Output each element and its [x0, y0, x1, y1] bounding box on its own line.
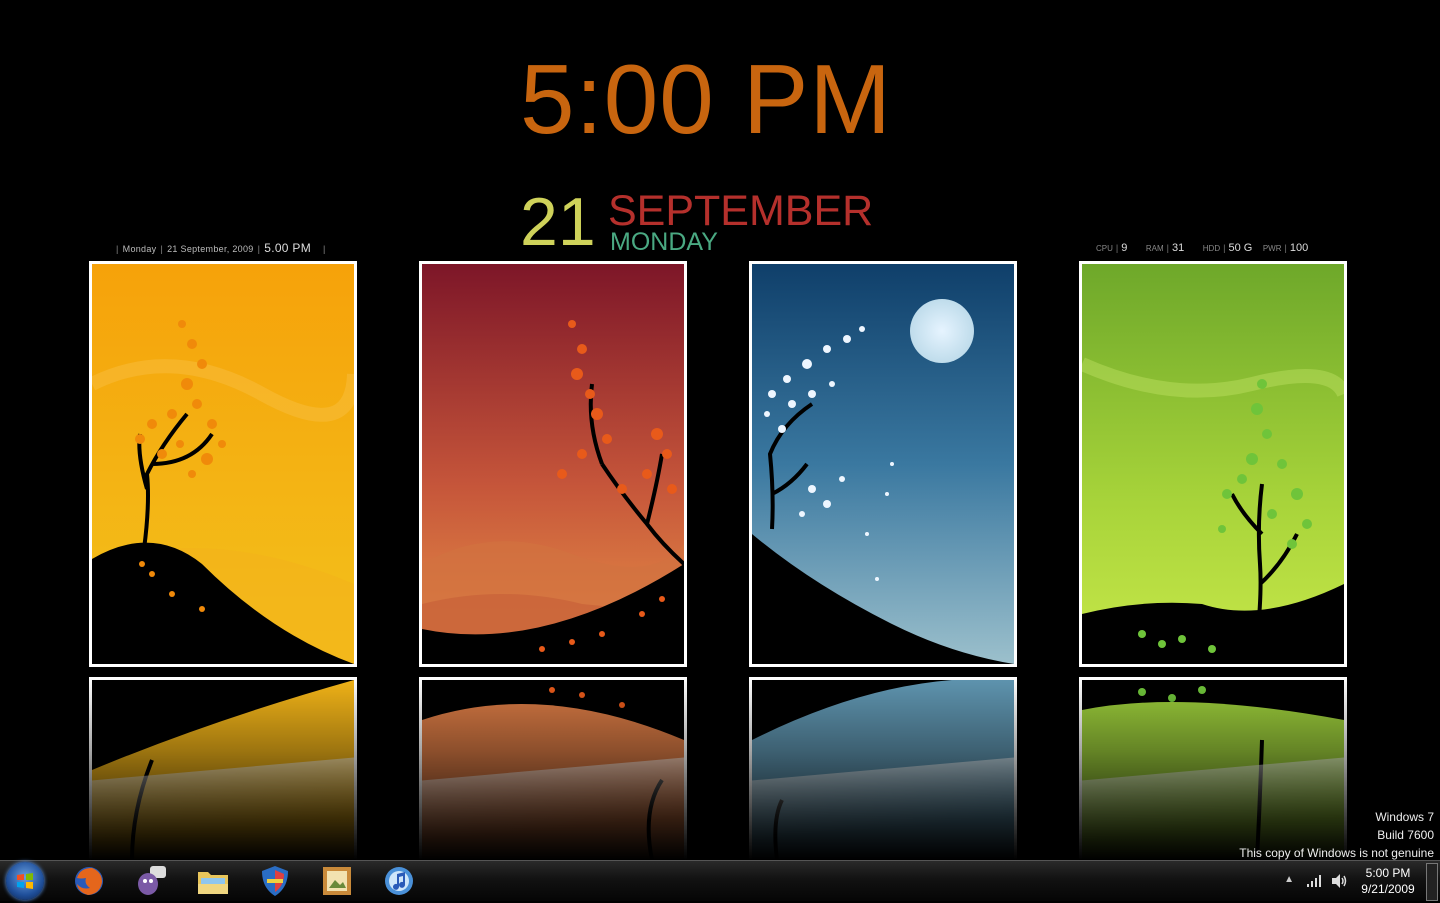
reflection-panel-winter-night	[749, 677, 1017, 860]
clock-day-number: 21	[520, 184, 596, 260]
windows-orb-icon	[17, 873, 33, 889]
date-bar: | Monday | 21 September, 2009 | 5.00 PM |	[116, 241, 326, 255]
pwr-label: PWR	[1262, 244, 1282, 253]
date-bar-time: 5.00 PM	[264, 241, 312, 255]
pidgin-taskbar-button[interactable]	[134, 864, 168, 898]
hdd-label: HDD	[1202, 244, 1221, 253]
start-button[interactable]	[6, 862, 44, 900]
firefox-icon	[75, 867, 103, 895]
itunes-icon	[385, 867, 413, 895]
taskbar: ▲ 5:00 PM 9/21/2009	[0, 860, 1440, 901]
system-monitor-bar: CPU | 9 RAM | 31 HDD | 50 G PWR | 100	[1096, 242, 1309, 254]
security-taskbar-button[interactable]	[258, 864, 292, 898]
ram-label: RAM	[1145, 244, 1164, 253]
clock-time: 5:00 PM	[520, 44, 892, 154]
security-shield-icon	[262, 866, 288, 896]
tray-date: 9/21/2009	[1361, 882, 1415, 896]
cpu-label: CPU	[1096, 244, 1113, 253]
firefox-taskbar-button[interactable]	[72, 864, 106, 898]
tray-time: 5:00 PM	[1365, 866, 1411, 880]
reflection-panel-autumn-gold	[89, 677, 357, 860]
show-hidden-icons-button[interactable]: ▲	[1284, 874, 1294, 885]
date-bar-date: 21 September, 2009	[167, 244, 254, 254]
show-desktop-button[interactable]	[1426, 863, 1438, 901]
reflection-panel-autumn-red	[419, 677, 687, 860]
clock-weekday: MONDAY	[610, 228, 718, 256]
itunes-taskbar-button[interactable]	[382, 864, 416, 898]
cpu-value: 9	[1121, 242, 1128, 254]
watermark-os: Windows 7	[1375, 810, 1434, 824]
pwr-value: 100	[1289, 242, 1309, 254]
photo-app-taskbar-button[interactable]	[320, 864, 354, 898]
autumn-red-tree-image	[422, 264, 684, 664]
hdd-value: 50 G	[1228, 242, 1253, 254]
clock-month: SEPTEMBER	[608, 187, 874, 235]
date-bar-day: Monday	[122, 244, 157, 254]
wallpaper-panel-spring-green	[1079, 261, 1347, 667]
wallpaper-panel-winter-night	[749, 261, 1017, 667]
photo-app-icon	[323, 867, 351, 895]
watermark-build: Build 7600	[1377, 828, 1434, 842]
tray-clock[interactable]: 5:00 PM 9/21/2009	[1360, 865, 1416, 897]
pidgin-icon	[138, 866, 166, 895]
winter-night-tree-image	[752, 264, 1014, 664]
explorer-taskbar-button[interactable]	[196, 864, 230, 898]
network-icon[interactable]	[1306, 874, 1322, 888]
wallpaper-panel-autumn-red	[419, 261, 687, 667]
explorer-folder-icon	[198, 872, 228, 894]
ram-value: 31	[1172, 242, 1185, 254]
autumn-gold-tree-image	[92, 264, 354, 664]
windows-watermark: Windows 7 Build 7600 This copy of Window…	[1239, 808, 1434, 862]
spring-green-tree-image	[1082, 264, 1344, 664]
volume-icon[interactable]	[1330, 873, 1348, 889]
wallpaper-panel-autumn-gold	[89, 261, 357, 667]
